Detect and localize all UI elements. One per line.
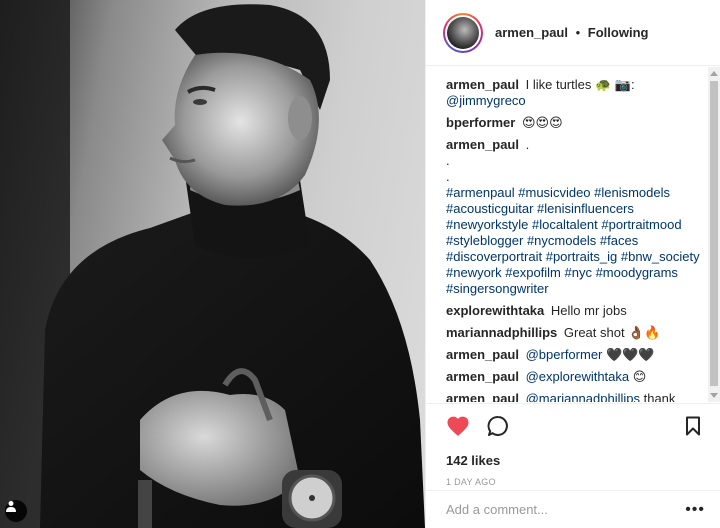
heart-filled-icon (447, 416, 469, 436)
comment-username-link[interactable]: armen_paul (446, 137, 519, 152)
mention-link[interactable]: @mariannadphillips (526, 391, 640, 402)
comment-item: armen_paul I like turtles 🐢 📷: @jimmygre… (446, 77, 705, 109)
comment-username-link[interactable]: explorewithtaka (446, 303, 544, 318)
comments-scrollbar[interactable] (708, 67, 720, 402)
comment-username-link[interactable]: armen_paul (446, 369, 519, 384)
following-button[interactable]: Following (588, 25, 649, 40)
save-button[interactable] (681, 414, 705, 438)
comment-text: Hello mr jobs (550, 303, 627, 318)
comment-item: armen_paul @bperformer 🖤🖤🖤 (446, 347, 705, 363)
comments-list[interactable]: armen_paul I like turtles 🐢 📷: @jimmygre… (426, 67, 720, 402)
caption-dot-line: . (446, 169, 450, 184)
post-header: armen_paul • Following (426, 0, 720, 66)
mention-link[interactable]: @bperformer (526, 347, 603, 362)
comment-item: armen_paul @explorewithtaka 😊 (446, 369, 705, 385)
comment-text: Great shot 👌🏾🔥 (563, 325, 661, 340)
post-actions: 142 likes 1 DAY AGO (426, 403, 720, 487)
comment-text: 🖤🖤🖤 (606, 347, 655, 362)
comment-item: armen_paul . . . #armenpaul #musicvideo … (446, 137, 705, 297)
comment-text: thank (643, 391, 676, 402)
more-options-button[interactable]: ••• (685, 501, 705, 519)
mention-link[interactable]: @jimmygreco (446, 93, 705, 109)
scroll-down-arrow-icon[interactable] (710, 393, 718, 398)
scroll-up-arrow-icon[interactable] (710, 71, 718, 76)
hashtags-text[interactable]: #armenpaul #musicvideo #lenismodels #aco… (446, 185, 705, 297)
comment-username-link[interactable]: armen_paul (446, 77, 519, 92)
scrollbar-thumb[interactable] (710, 81, 718, 386)
likes-count[interactable]: 142 likes (446, 453, 705, 468)
mention-link[interactable]: @explorewithtaka (526, 369, 630, 384)
caption-dot-line: . (446, 153, 450, 168)
comment-username-link[interactable]: bperformer (446, 115, 515, 130)
like-button[interactable] (446, 414, 470, 438)
comment-item: explorewithtaka Hello mr jobs (446, 303, 705, 319)
comment-bubble-icon (487, 416, 508, 436)
post-timestamp: 1 DAY AGO (446, 477, 496, 487)
add-comment-input[interactable] (446, 502, 686, 517)
comment-text: I like turtles 🐢 📷: (525, 77, 635, 92)
header-text: armen_paul • Following (495, 25, 648, 40)
comment-text: 😊 (632, 369, 647, 384)
add-comment-bar: ••• (426, 490, 720, 528)
header-separator: • (575, 25, 581, 40)
header-username-link[interactable]: armen_paul (495, 25, 568, 40)
comment-username-link[interactable]: armen_paul (446, 391, 519, 402)
comment-item: bperformer 😍😍😍 (446, 115, 705, 131)
avatar[interactable] (443, 12, 483, 53)
action-icons-row (446, 414, 705, 438)
post-side-panel: armen_paul • Following armen_paul I like… (425, 0, 720, 528)
comment-button[interactable] (486, 414, 510, 438)
comment-username-link[interactable]: mariannadphillips (446, 325, 557, 340)
tagged-user-badge[interactable] (5, 500, 27, 522)
post-photo[interactable] (0, 0, 425, 528)
comment-text: . (525, 137, 530, 152)
user-tag-icon (6, 501, 16, 512)
comment-item: armen_paul @mariannadphillips thank (446, 391, 705, 402)
bookmark-icon (686, 416, 700, 436)
comment-text: 😍😍😍 (521, 115, 563, 130)
comment-item: mariannadphillips Great shot 👌🏾🔥 (446, 325, 705, 341)
comment-username-link[interactable]: armen_paul (446, 347, 519, 362)
portrait-illustration (0, 0, 425, 528)
